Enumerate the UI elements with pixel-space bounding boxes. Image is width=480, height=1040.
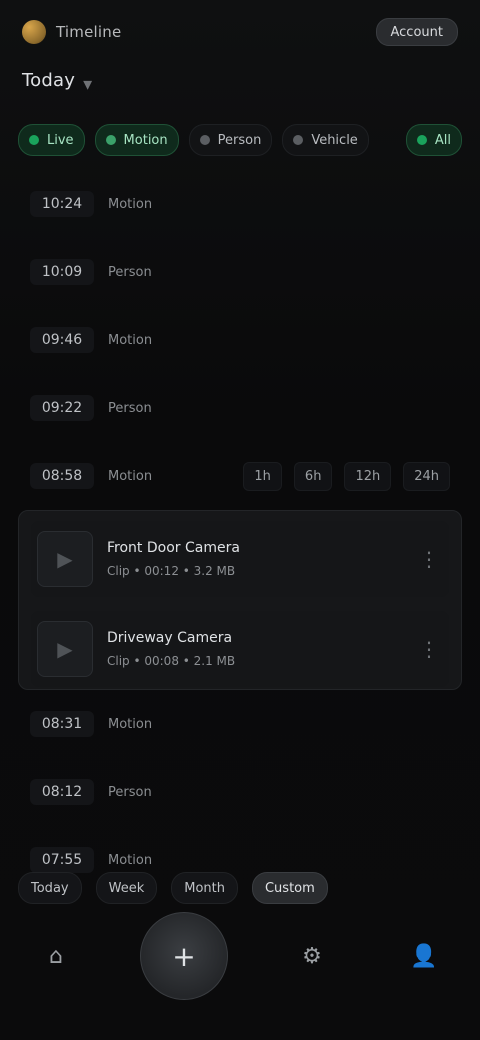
brand: Timeline (22, 20, 121, 44)
clip-subtitle: Clip • 00:08 • 2.1 MB (107, 654, 236, 668)
live-dot-icon (29, 135, 39, 145)
clip-card[interactable]: ▶ Front Door Camera Clip • 00:12 • 3.2 M… (31, 521, 449, 597)
account-button[interactable]: Account (375, 18, 458, 46)
clip-card[interactable]: ▶ Driveway Camera Clip • 00:08 • 2.1 MB (31, 611, 449, 687)
user-icon[interactable] (396, 928, 452, 984)
event-list-bottom: 08:31 Motion 08:12 Person 07:55 Motion (18, 690, 462, 894)
list-item[interactable]: 09:46 Motion (18, 306, 462, 374)
event-tag: Motion (108, 196, 153, 212)
event-time: 10:24 (30, 191, 94, 217)
filter-chips: Live Motion Person Vehicle All (18, 120, 462, 160)
range-pill-24h[interactable]: 24h (403, 461, 450, 491)
filter-custom[interactable]: Custom (251, 872, 328, 904)
filter-week[interactable]: Week (95, 872, 158, 904)
plus-icon[interactable] (140, 912, 228, 1000)
event-tag: Motion (108, 716, 153, 732)
chip-label: Motion (123, 132, 168, 148)
range-filters: Today Week Month Custom (18, 870, 462, 906)
event-list-top: 10:24 Motion 10:09 Person 09:46 Motion 0… (18, 170, 462, 510)
date-selector[interactable]: Today (22, 70, 97, 91)
filter-month[interactable]: Month (171, 872, 238, 904)
event-tag: Motion (108, 332, 153, 348)
chip-person[interactable]: Person (188, 124, 273, 156)
range-pill-6h[interactable]: 6h (293, 461, 333, 491)
event-tag: Motion (108, 852, 153, 868)
range-pill-12h[interactable]: 12h (344, 461, 392, 491)
app-title: Timeline (56, 23, 122, 41)
chevron-down-icon (83, 74, 97, 88)
clip-subtitle: Clip • 00:12 • 3.2 MB (107, 564, 236, 578)
list-item[interactable]: 08:12 Person (18, 758, 462, 826)
event-time: 10:09 (30, 259, 94, 285)
app-logo (22, 20, 46, 44)
clip-title: Front Door Camera (107, 540, 240, 556)
home-icon[interactable] (28, 928, 84, 984)
video-thumbnail-icon: ▶ (37, 621, 93, 677)
chip-label: Person (217, 132, 262, 148)
list-item[interactable]: 10:09 Person (18, 238, 462, 306)
list-item[interactable]: 09:22 Person (18, 374, 462, 442)
chip-motion[interactable]: Motion (94, 124, 179, 156)
top-bar: Timeline Account (0, 0, 480, 64)
event-time: 09:22 (30, 395, 94, 421)
more-icon[interactable] (415, 637, 443, 661)
video-thumbnail-icon: ▶ (37, 531, 93, 587)
chip-live[interactable]: Live (18, 124, 85, 156)
event-time: 08:58 (30, 463, 94, 489)
expanded-group: ▶ Front Door Camera Clip • 00:12 • 3.2 M… (18, 510, 462, 690)
all-dot-icon (416, 135, 427, 145)
event-time: 08:12 (30, 779, 94, 805)
vehicle-dot-icon (293, 135, 304, 145)
clip-text: Driveway Camera Clip • 00:08 • 2.1 MB (107, 630, 235, 668)
clip-text: Front Door Camera Clip • 00:12 • 3.2 MB (107, 540, 240, 578)
event-tag: Person (108, 264, 152, 280)
list-item[interactable]: 08:31 Motion (18, 690, 462, 758)
chip-label: Live (47, 132, 74, 148)
chip-label: Vehicle (311, 132, 358, 148)
list-item[interactable]: 08:58 Motion 1h 6h 12h 24h (18, 442, 462, 510)
chip-vehicle[interactable]: Vehicle (282, 124, 369, 156)
person-dot-icon (199, 135, 210, 145)
more-icon[interactable] (415, 547, 443, 571)
date-title: Today (22, 70, 76, 91)
bottom-nav (0, 908, 480, 1004)
clip-title: Driveway Camera (107, 630, 233, 646)
motion-dot-icon (105, 135, 116, 145)
filter-today[interactable]: Today (18, 872, 82, 904)
range-summary: 1h 6h 12h 24h (243, 461, 450, 491)
event-time: 08:31 (30, 711, 94, 737)
event-tag: Motion (108, 468, 153, 484)
range-pill-1h[interactable]: 1h (243, 461, 282, 491)
event-time: 09:46 (30, 327, 94, 353)
chip-label: All (434, 132, 451, 148)
chip-all[interactable]: All (405, 124, 462, 156)
gear-icon[interactable] (284, 928, 340, 984)
event-tag: Person (108, 400, 152, 416)
event-tag: Person (108, 784, 152, 800)
screen: Timeline Account Today Live Motion Perso… (0, 0, 480, 1040)
list-item[interactable]: 10:24 Motion (18, 170, 462, 238)
